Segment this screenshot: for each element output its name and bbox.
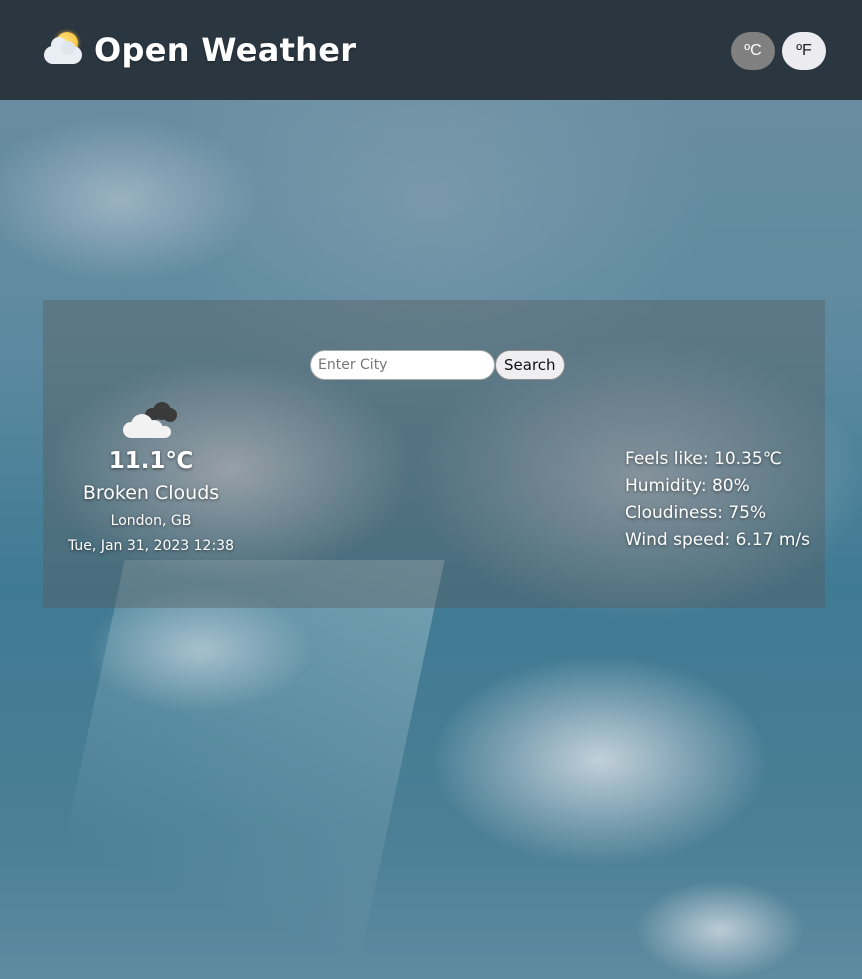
sun-behind-cloud-icon bbox=[42, 30, 86, 70]
celsius-unit-button[interactable]: ºC bbox=[731, 32, 775, 70]
humidity-detail: Humidity: 80% bbox=[625, 476, 750, 496]
wind-speed-detail: Wind speed: 6.17 m/s bbox=[625, 530, 811, 550]
cloudiness-detail: Cloudiness: 75% bbox=[625, 503, 767, 523]
feels-like-detail: Feels like: 10.35℃ bbox=[625, 449, 782, 469]
city-search-form: Search bbox=[310, 350, 565, 380]
weather-details: Feels like: 10.35℃ Humidity: 80% Cloudin… bbox=[625, 446, 810, 554]
top-header-bar: Open Weather ºC ºF bbox=[0, 0, 862, 100]
search-button[interactable]: Search bbox=[495, 350, 565, 380]
sky-background-light-beams bbox=[35, 560, 445, 979]
city-search-input[interactable] bbox=[310, 350, 495, 380]
broken-clouds-icon bbox=[121, 400, 181, 440]
weather-app-page: Open Weather ºC ºF Search 11.1℃ Broken C… bbox=[0, 0, 862, 979]
weather-condition: Broken Clouds bbox=[82, 482, 220, 504]
location-label: London, GB bbox=[110, 513, 192, 529]
current-weather-summary: 11.1℃ Broken Clouds London, GB Tue, Jan … bbox=[43, 400, 259, 556]
current-temperature: 11.1℃ bbox=[108, 448, 194, 474]
brand: Open Weather bbox=[42, 28, 356, 72]
local-datetime: Tue, Jan 31, 2023 12:38 bbox=[68, 538, 234, 554]
fahrenheit-unit-button[interactable]: ºF bbox=[782, 32, 826, 70]
app-title: Open Weather bbox=[94, 31, 357, 69]
